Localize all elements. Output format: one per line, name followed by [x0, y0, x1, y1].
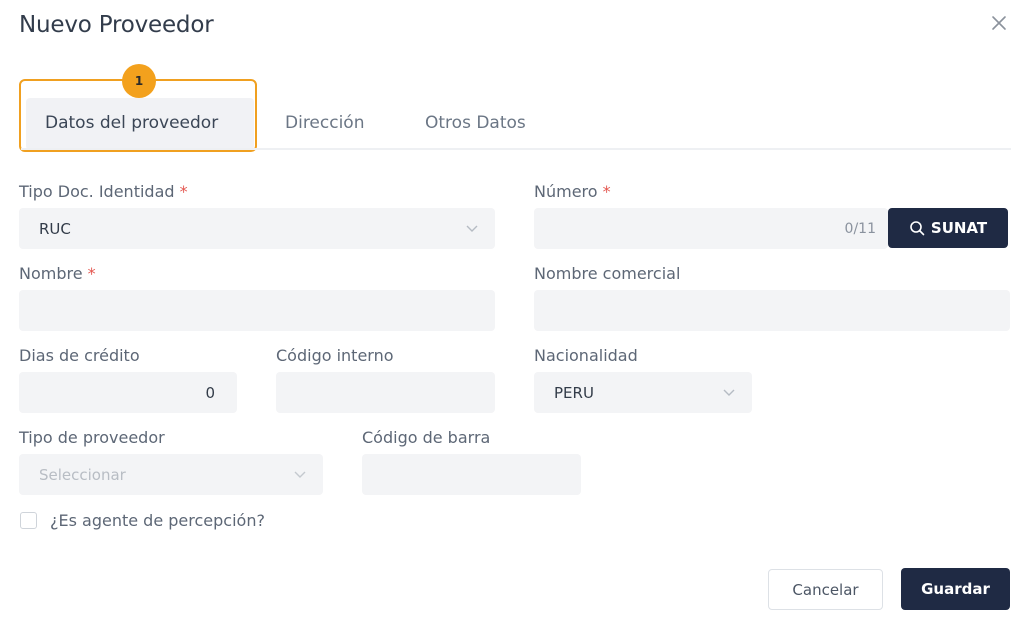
codigo-barra-input[interactable] [362, 454, 581, 495]
tipo-proveedor-select[interactable]: Seleccionar [19, 454, 323, 495]
nombre-input[interactable] [19, 290, 495, 331]
nacionalidad-value: PERU [554, 383, 594, 402]
sunat-button-label: SUNAT [930, 219, 988, 237]
nombre-comercial-label: Nombre comercial [534, 264, 681, 283]
close-icon[interactable] [988, 12, 1010, 34]
step-badge: 1 [122, 64, 156, 98]
sunat-button[interactable]: SUNAT [888, 208, 1008, 248]
dias-credito-input[interactable]: 0 [19, 372, 237, 413]
codigo-interno-input[interactable] [276, 372, 495, 413]
agente-percepcion-checkbox[interactable] [20, 512, 37, 529]
search-icon [910, 221, 925, 236]
tipo-proveedor-label: Tipo de proveedor [19, 428, 165, 447]
chevron-down-icon [466, 225, 478, 232]
nombre-comercial-input[interactable] [534, 290, 1010, 331]
dias-credito-label: Dias de crédito [19, 346, 140, 365]
tipo-proveedor-placeholder: Seleccionar [39, 465, 126, 484]
numero-label: Número * [534, 182, 611, 201]
chevron-down-icon [294, 471, 306, 478]
tab-otros-datos[interactable]: Otros Datos [425, 113, 526, 133]
tab-datos-proveedor[interactable]: Datos del proveedor [45, 113, 218, 133]
tab-direccion[interactable]: Dirección [285, 113, 364, 133]
nacionalidad-label: Nacionalidad [534, 346, 638, 365]
codigo-barra-label: Código de barra [362, 428, 491, 447]
cancel-button[interactable]: Cancelar [768, 569, 883, 610]
tipo-doc-value: RUC [39, 219, 71, 238]
nombre-label: Nombre * [19, 264, 96, 283]
codigo-interno-label: Código interno [276, 346, 394, 365]
tipo-doc-label: Tipo Doc. Identidad * [19, 182, 188, 201]
nacionalidad-select[interactable]: PERU [534, 372, 752, 413]
agente-percepcion-label[interactable]: ¿Es agente de percepción? [50, 511, 265, 530]
chevron-down-icon [723, 389, 735, 396]
numero-char-counter: 0/11 [844, 220, 876, 237]
save-button[interactable]: Guardar [901, 568, 1010, 610]
dias-credito-value: 0 [205, 383, 215, 402]
numero-input[interactable]: 0/11 [534, 208, 888, 249]
tabs-divider [21, 148, 1011, 150]
dialog-title: Nuevo Proveedor [19, 12, 214, 38]
tipo-doc-select[interactable]: RUC [19, 208, 495, 249]
